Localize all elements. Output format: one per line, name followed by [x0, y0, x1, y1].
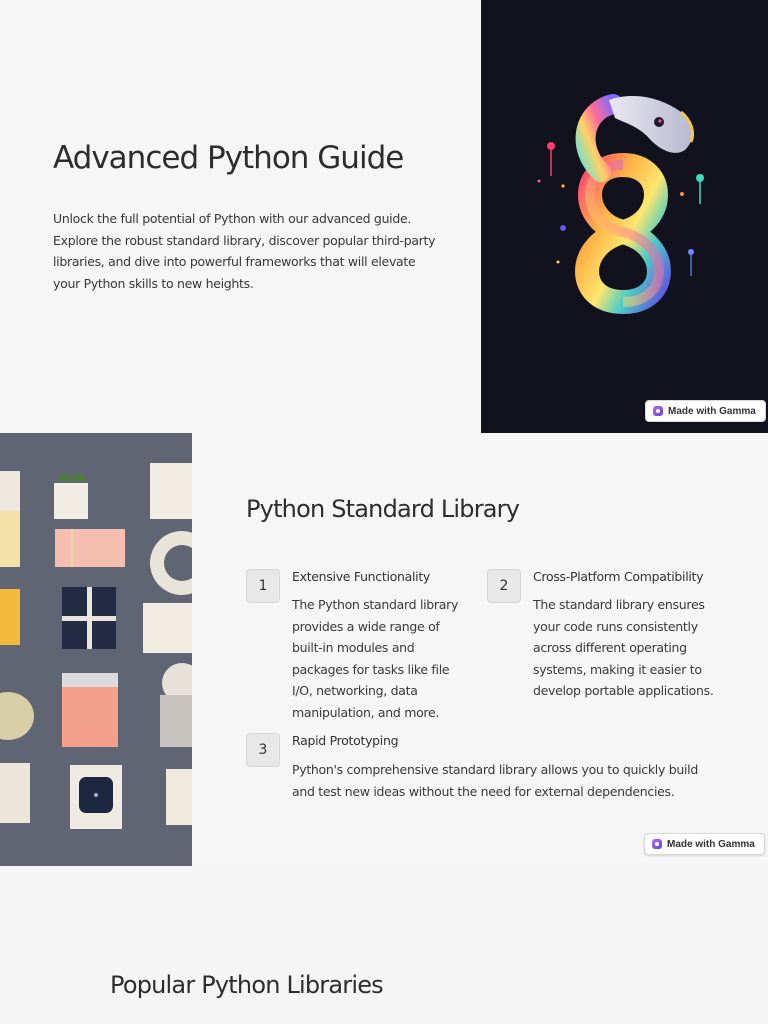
item-description: The standard library ensures your code r…	[533, 597, 714, 698]
made-with-gamma-badge[interactable]: Made with Gamma	[644, 833, 765, 855]
item-number-badge: 2	[487, 569, 521, 603]
item-number-badge: 1	[246, 569, 280, 603]
gamma-logo-icon	[652, 839, 662, 849]
slide-popular-libraries: Popular Python Libraries	[0, 866, 768, 1024]
infinity-snake-illustration: Made with Gamma	[481, 0, 768, 433]
item-number-badge: 3	[246, 733, 280, 767]
badge-label: Made with Gamma	[667, 838, 755, 850]
presentation-page: Advanced Python Guide Unlock the full po…	[0, 0, 768, 1024]
item-title: Extensive Functionality	[292, 569, 431, 584]
snake-art-icon	[537, 94, 704, 314]
slide-title: Advanced Python Guide	[53, 140, 404, 176]
item-title: Rapid Prototyping	[292, 733, 399, 748]
item-title: Cross-Platform Compatibility	[533, 569, 704, 584]
objects-photo-icon	[0, 433, 192, 866]
flat-lay-objects-photo	[0, 433, 192, 866]
slide-standard-library: Python Standard Library 1 Extensive Func…	[0, 433, 768, 866]
slide-intro-text: Unlock the full potential of Python with…	[53, 211, 436, 291]
item-description: Python's comprehensive standard library …	[292, 762, 698, 799]
section-title: Popular Python Libraries	[110, 971, 384, 999]
slide-intro: Advanced Python Guide Unlock the full po…	[0, 0, 768, 433]
badge-label: Made with Gamma	[668, 405, 756, 417]
made-with-gamma-badge[interactable]: Made with Gamma	[645, 400, 766, 422]
item-description: The Python standard library provides a w…	[292, 597, 459, 720]
gamma-logo-icon	[653, 406, 663, 416]
section-title: Python Standard Library	[246, 495, 520, 523]
